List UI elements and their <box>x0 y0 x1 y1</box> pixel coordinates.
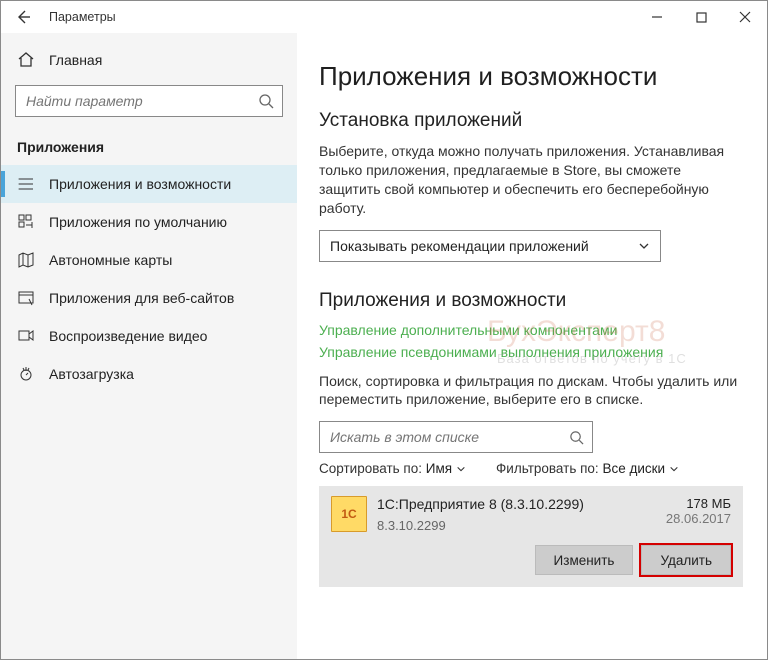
sidebar-item-web-apps[interactable]: Приложения для веб-сайтов <box>1 279 297 317</box>
sidebar-item-label: Воспроизведение видео <box>49 328 207 344</box>
sort-label: Сортировать по: <box>319 461 422 476</box>
install-description: Выберите, откуда можно получать приложен… <box>319 142 743 218</box>
app-name: 1С:Предприятие 8 (8.3.10.2299) <box>377 496 656 512</box>
sidebar-item-startup[interactable]: Автозагрузка <box>1 355 297 393</box>
sidebar-item-label: Приложения для веб-сайтов <box>49 290 234 306</box>
sidebar-search[interactable] <box>15 85 283 117</box>
sidebar-item-label: Приложения по умолчанию <box>49 214 227 230</box>
apps-heading: Приложения и возможности <box>319 290 743 312</box>
filter-dropdown[interactable]: Все диски <box>602 461 679 476</box>
app-icon: 1С <box>331 496 367 532</box>
window-title: Параметры <box>49 10 116 24</box>
minimize-icon <box>651 11 663 23</box>
settings-window: Параметры Главная <box>0 0 768 660</box>
sidebar-item-offline-maps[interactable]: Автономные карты <box>1 241 297 279</box>
maximize-button[interactable] <box>679 1 723 33</box>
titlebar: Параметры <box>1 1 767 33</box>
app-list-item[interactable]: 1С 1С:Предприятие 8 (8.3.10.2299) 8.3.10… <box>319 486 743 587</box>
search-icon <box>258 93 274 109</box>
install-source-dropdown[interactable]: Показывать рекомендации приложений <box>319 230 661 262</box>
web-apps-icon <box>17 289 35 307</box>
sidebar: Главная Приложения Приложения и возможно… <box>1 33 297 659</box>
sidebar-item-label: Приложения и возможности <box>49 176 231 192</box>
app-date: 28.06.2017 <box>666 511 731 526</box>
sort-filter-row: Сортировать по: Имя Фильтровать по: Все … <box>319 461 743 476</box>
arrow-left-icon <box>15 9 31 25</box>
sort-dropdown[interactable]: Имя <box>426 461 466 476</box>
search-icon <box>569 430 584 445</box>
chevron-down-icon <box>669 464 679 474</box>
modify-button[interactable]: Изменить <box>535 545 634 575</box>
apps-features-icon <box>17 175 35 193</box>
install-heading: Установка приложений <box>319 110 743 132</box>
page-title: Приложения и возможности <box>319 61 743 92</box>
close-icon <box>739 11 751 23</box>
sidebar-item-label: Автозагрузка <box>49 366 134 382</box>
close-button[interactable] <box>723 1 767 33</box>
home-icon <box>17 51 35 69</box>
sidebar-search-input[interactable] <box>24 92 237 110</box>
app-list-search[interactable] <box>319 421 593 453</box>
minimize-button[interactable] <box>635 1 679 33</box>
default-apps-icon <box>17 213 35 231</box>
sort-value: Имя <box>426 461 452 476</box>
video-icon <box>17 327 35 345</box>
link-optional-features[interactable]: Управление дополнительными компонентами <box>319 322 743 338</box>
sidebar-section-label: Приложения <box>1 125 297 159</box>
sidebar-item-video-playback[interactable]: Воспроизведение видео <box>1 317 297 355</box>
startup-icon <box>17 365 35 383</box>
chevron-down-icon <box>638 240 650 252</box>
sidebar-item-default-apps[interactable]: Приложения по умолчанию <box>1 203 297 241</box>
back-button[interactable] <box>1 1 45 33</box>
home-label: Главная <box>49 52 102 68</box>
sidebar-item-label: Автономные карты <box>49 252 172 268</box>
filter-description: Поиск, сортировка и фильтрация по дискам… <box>319 372 743 410</box>
chevron-down-icon <box>456 464 466 474</box>
app-version: 8.3.10.2299 <box>377 518 656 533</box>
maximize-icon <box>696 12 707 23</box>
filter-value: Все диски <box>602 461 665 476</box>
sidebar-nav: Приложения и возможности Приложения по у… <box>1 165 297 393</box>
sidebar-item-apps-features[interactable]: Приложения и возможности <box>1 165 297 203</box>
app-list-search-input[interactable] <box>328 428 546 446</box>
dropdown-value: Показывать рекомендации приложений <box>330 238 589 254</box>
home-link[interactable]: Главная <box>1 43 297 77</box>
main-panel: БухЭксперт8 База ответов по учету в 1С П… <box>297 33 767 659</box>
app-size: 178 МБ <box>666 496 731 511</box>
offline-maps-icon <box>17 251 35 269</box>
uninstall-button[interactable]: Удалить <box>641 545 731 575</box>
filter-label: Фильтровать по: <box>496 461 599 476</box>
link-app-execution-aliases[interactable]: Управление псевдонимами выполнения прило… <box>319 344 743 360</box>
